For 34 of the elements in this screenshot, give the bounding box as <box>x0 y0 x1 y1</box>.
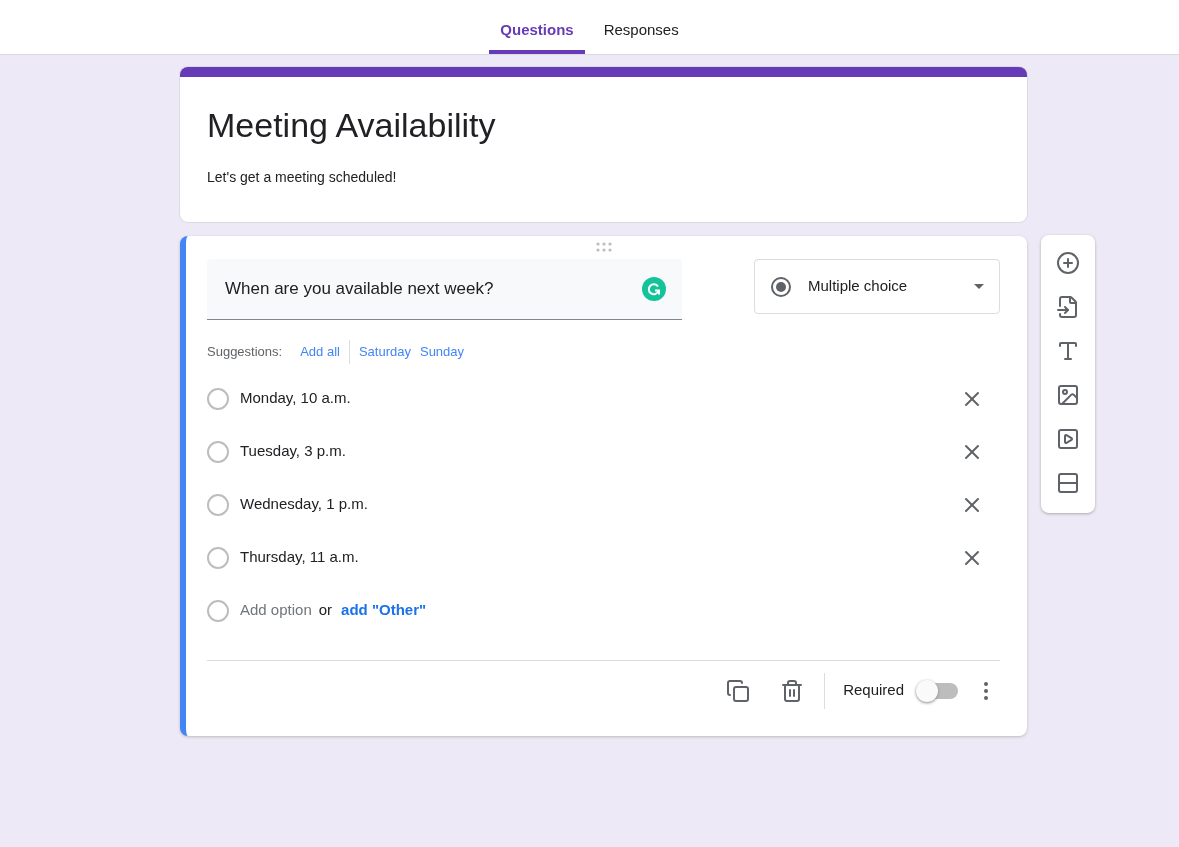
option-label[interactable]: Monday, 10 a.m. <box>240 387 960 410</box>
suggestion-chip[interactable]: Add all <box>300 342 340 362</box>
suggestion-chip[interactable]: Saturday <box>358 342 411 362</box>
dropdown-triangle-icon <box>974 284 984 290</box>
text-size-icon[interactable] <box>1056 339 1080 363</box>
tab[interactable]: Questions <box>489 18 585 54</box>
tab[interactable]: Responses <box>592 18 690 54</box>
delete-icon[interactable] <box>780 678 805 703</box>
required-toggle[interactable] <box>916 682 958 699</box>
suggestion-chip[interactable]: Sunday <box>419 342 465 362</box>
section-rows-icon[interactable] <box>1056 471 1080 495</box>
add-other-link[interactable]: add "Other" <box>341 599 427 622</box>
add-circle-icon[interactable] <box>1056 251 1080 275</box>
or-text: or <box>318 600 333 621</box>
video-icon[interactable] <box>1056 427 1080 451</box>
add-option-button[interactable]: Add option <box>240 599 312 622</box>
image-icon[interactable] <box>1056 383 1080 407</box>
form-description: Let's get a meeting scheduled! <box>207 168 398 187</box>
question-field[interactable]: When are you available next week? <box>207 259 682 321</box>
question-type-dropdown[interactable]: Multiple choice <box>754 259 1000 315</box>
radio-selected-icon <box>770 275 792 298</box>
form-title: Meeting Availability <box>207 105 497 146</box>
option-label[interactable]: Tuesday, 3 p.m. <box>240 440 960 463</box>
duplicate-icon[interactable] <box>726 678 751 703</box>
option-label[interactable]: Wednesday, 1 p.m. <box>240 493 960 516</box>
required-label: Required <box>843 680 904 701</box>
suggestions-label: Suggestions: <box>207 343 283 362</box>
import-file-icon[interactable] <box>1056 295 1080 319</box>
option-label[interactable]: Thursday, 11 a.m. <box>240 546 960 569</box>
radio-button[interactable] <box>207 440 229 463</box>
radio-button[interactable] <box>207 493 229 516</box>
radio-button[interactable] <box>207 387 229 410</box>
radio-button[interactable] <box>207 546 229 569</box>
drag-handle-icon[interactable] <box>594 242 613 252</box>
